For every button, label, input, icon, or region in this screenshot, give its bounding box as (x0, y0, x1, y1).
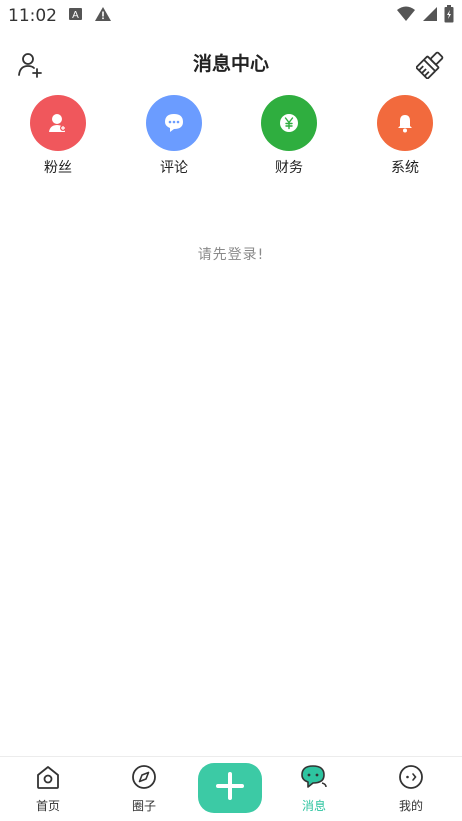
category-label: 财务 (275, 160, 303, 176)
status-time: 11:02 (8, 6, 57, 26)
comment-icon (146, 95, 202, 151)
message-icon (300, 763, 328, 791)
category-comments[interactable]: 评论 (134, 95, 214, 177)
compass-icon (130, 763, 158, 791)
nav-profile[interactable]: 我的 (381, 763, 441, 814)
category-finance[interactable]: 财务 (249, 95, 329, 177)
login-prompt-text: 请先登录! (197, 247, 265, 263)
nav-home[interactable]: 首页 (18, 763, 78, 814)
nav-label: 首页 (35, 799, 60, 813)
nav-label: 我的 (398, 799, 423, 813)
fans-icon (30, 95, 86, 151)
category-label: 粉丝 (44, 160, 72, 176)
category-label: 评论 (160, 160, 188, 176)
status-right-icons (396, 5, 454, 27)
clear-brush-icon[interactable] (415, 49, 446, 80)
plus-icon (215, 771, 245, 805)
nav-label: 圈子 (131, 799, 156, 813)
wifi-icon (396, 6, 416, 26)
status-left-icons: A (68, 6, 112, 26)
category-row: 粉丝 评论 财务 系统 (0, 95, 462, 185)
category-fans[interactable]: 粉丝 (18, 95, 98, 177)
profile-icon (397, 763, 425, 791)
nav-circle[interactable]: 圈子 (114, 763, 174, 814)
nav-label-active: 消息 (301, 799, 326, 813)
status-bar: 11:02 A (0, 0, 462, 32)
message-center-screen: 11:02 A 消息中心 粉丝 评论 财务 系统 请先登录! 首页 圈子 消息 … (0, 0, 462, 821)
add-post-button[interactable] (198, 763, 262, 813)
bell-icon (377, 95, 433, 151)
a-notification-icon: A (68, 6, 84, 26)
home-icon (34, 763, 62, 791)
category-label: 系统 (391, 160, 419, 176)
signal-icon (422, 6, 438, 26)
nav-messages[interactable]: 消息 (284, 763, 344, 814)
svg-text:A: A (72, 10, 79, 21)
finance-icon (261, 95, 317, 151)
header: 消息中心 (0, 40, 462, 84)
page-title: 消息中心 (192, 53, 269, 75)
category-system[interactable]: 系统 (365, 95, 445, 177)
bottom-nav: 首页 圈子 消息 我的 (0, 756, 462, 821)
warning-icon (94, 6, 112, 26)
battery-icon (444, 5, 454, 27)
